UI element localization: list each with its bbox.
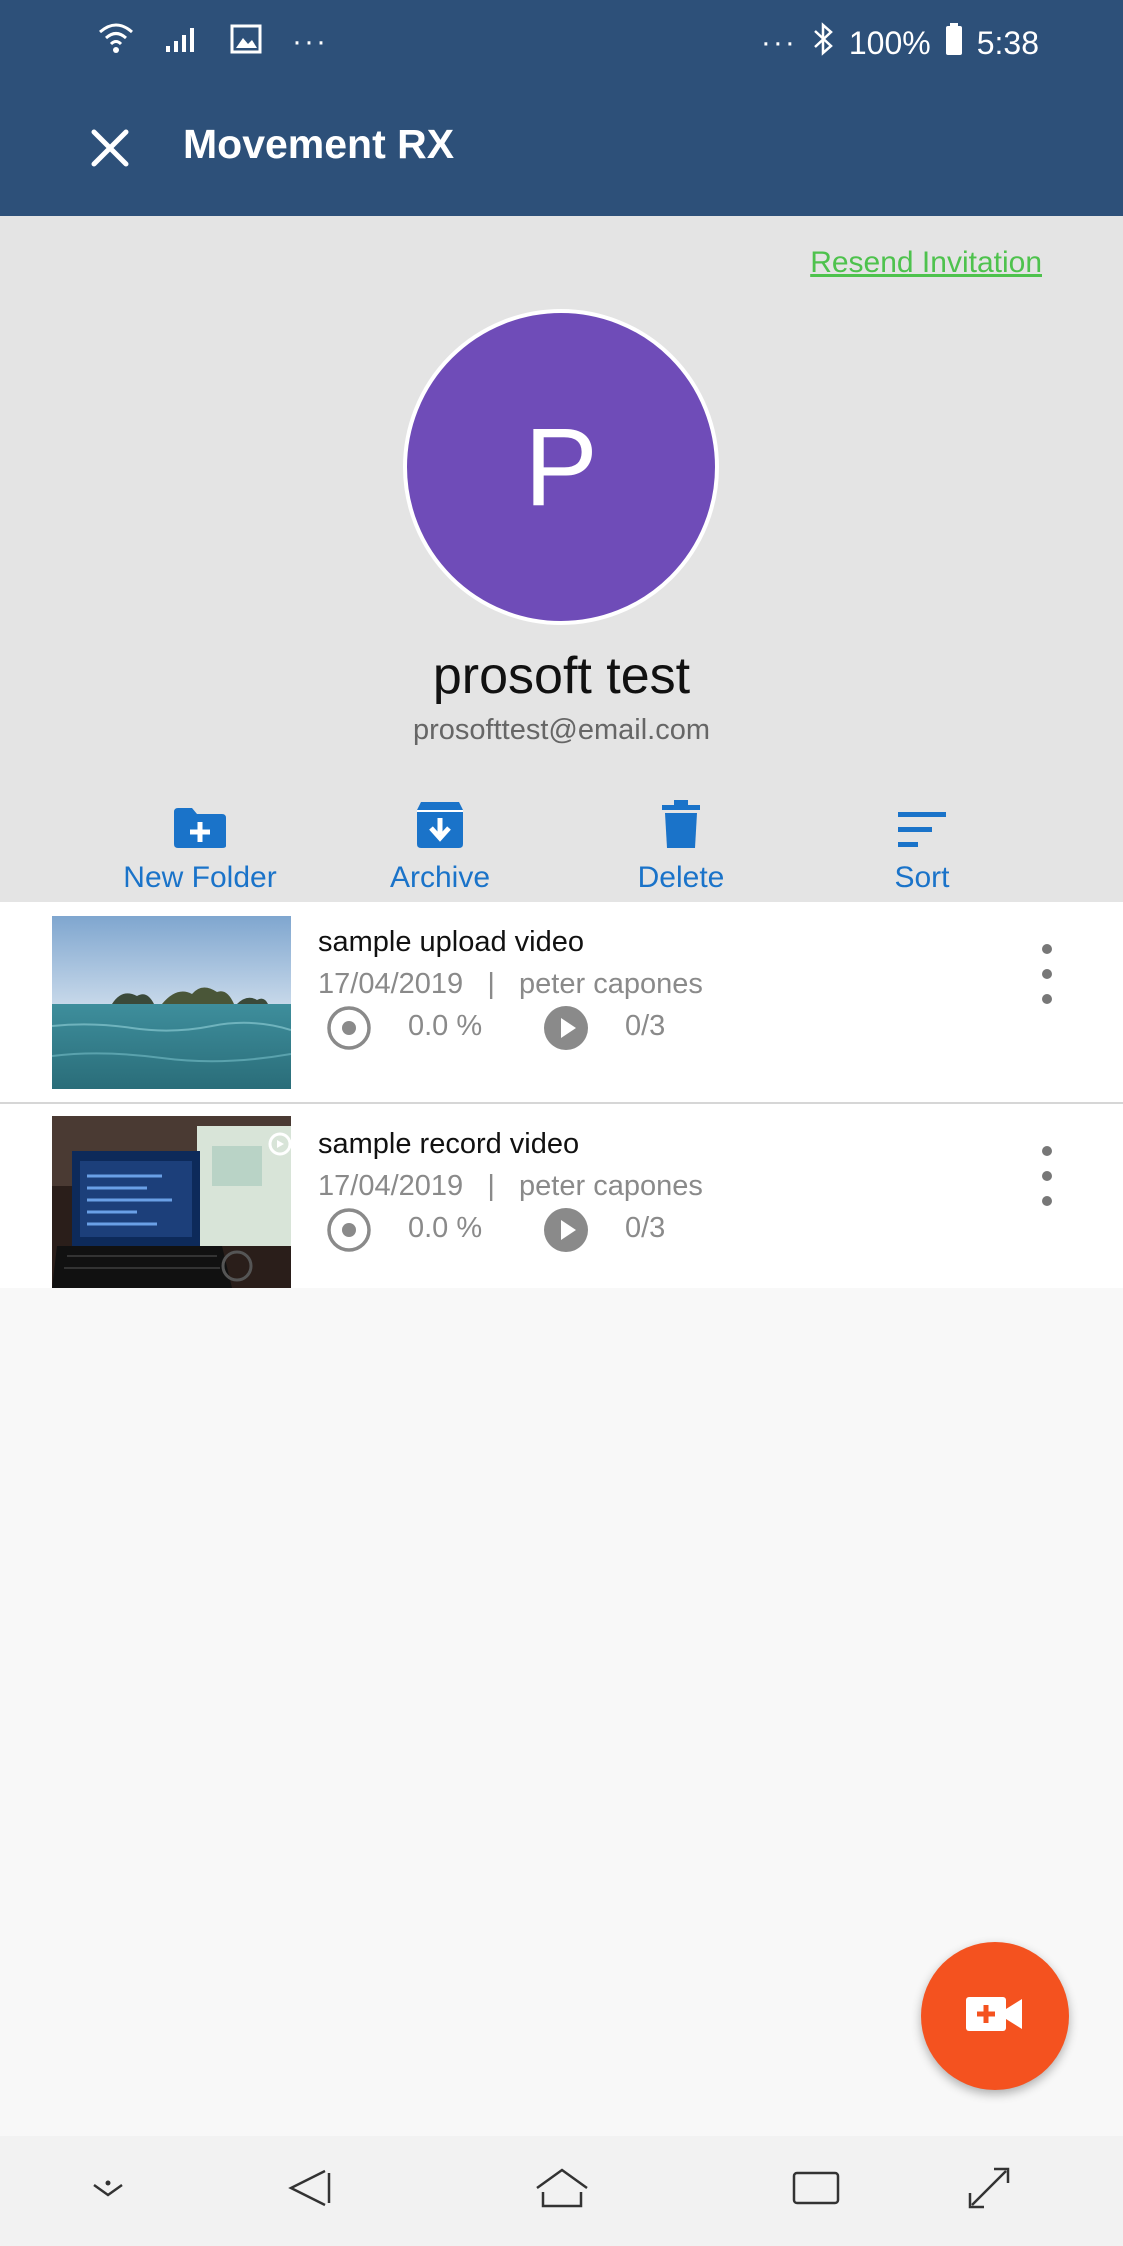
close-button[interactable] xyxy=(80,120,140,180)
meta-separator: | xyxy=(487,968,495,1000)
avatar: P xyxy=(403,309,719,625)
back-button[interactable] xyxy=(278,2158,342,2222)
archive-icon xyxy=(415,800,465,855)
status-left: ··· xyxy=(98,22,328,61)
sort-button[interactable]: Sort xyxy=(812,791,1032,895)
hide-keyboard-icon xyxy=(88,2173,128,2208)
play-count-icon xyxy=(542,1004,590,1052)
new-folder-icon xyxy=(172,806,228,855)
new-folder-button[interactable]: New Folder xyxy=(90,791,310,895)
user-name: prosoft test xyxy=(432,647,691,705)
avatar-letter: P xyxy=(524,405,598,529)
wifi-icon xyxy=(98,22,134,61)
image-icon xyxy=(230,24,262,59)
archive-label: Archive xyxy=(389,861,491,894)
video-title: sample upload video xyxy=(318,926,585,958)
app-bar: Movement RX xyxy=(0,90,1123,216)
system-nav-bar xyxy=(0,2136,1123,2246)
progress-value: 0.0 % xyxy=(408,1212,483,1244)
recents-button[interactable] xyxy=(784,2158,848,2222)
status-right: ··· 100% 5:38 xyxy=(761,22,1039,64)
video-row[interactable]: sample record video 17/04/2019 | peter c… xyxy=(0,1104,1123,1288)
app-title: Movement RX xyxy=(183,121,455,167)
hide-keyboard-button[interactable] xyxy=(76,2158,140,2222)
expand-button[interactable] xyxy=(957,2158,1021,2222)
bluetooth-icon xyxy=(811,22,835,64)
video-author: peter capones xyxy=(519,1170,703,1202)
recents-icon xyxy=(791,2170,841,2211)
home-icon xyxy=(535,2167,589,2213)
status-more-right: ··· xyxy=(760,26,797,59)
play-count-icon xyxy=(542,1206,590,1254)
play-count-value: 0/3 xyxy=(625,1010,666,1042)
battery-icon xyxy=(945,22,963,64)
video-meta: 17/04/2019 | peter capones xyxy=(318,968,703,1001)
close-icon xyxy=(89,127,131,174)
expand-icon xyxy=(966,2165,1012,2216)
sort-label: Sort xyxy=(894,861,950,894)
back-icon xyxy=(287,2167,333,2214)
status-bar: ··· ··· 100% 5:38 xyxy=(0,0,1123,90)
more-options-icon[interactable] xyxy=(1027,1146,1067,1206)
video-thumbnail xyxy=(52,1116,291,1288)
delete-button[interactable]: Delete xyxy=(571,791,791,895)
video-meta: 17/04/2019 | peter capones xyxy=(318,1170,703,1203)
video-date: 17/04/2019 xyxy=(318,1170,464,1202)
add-video-icon xyxy=(966,1995,1024,2038)
more-options-icon[interactable] xyxy=(1027,944,1067,1004)
meta-separator: | xyxy=(487,1170,495,1202)
profile-header: Resend Invitation P prosoft test prosoft… xyxy=(0,216,1123,902)
video-title: sample record video xyxy=(318,1128,580,1160)
resend-invitation-link[interactable]: Resend Invitation xyxy=(810,246,1042,280)
video-author: peter capones xyxy=(519,968,703,1000)
play-count-value: 0/3 xyxy=(625,1212,666,1244)
add-video-button[interactable] xyxy=(921,1942,1069,2090)
signal-icon xyxy=(164,24,200,59)
new-folder-label: New Folder xyxy=(123,861,277,894)
progress-value: 0.0 % xyxy=(408,1010,483,1042)
sort-icon xyxy=(896,810,948,855)
video-date: 17/04/2019 xyxy=(318,968,464,1000)
video-row[interactable]: sample upload video 17/04/2019 | peter c… xyxy=(0,902,1123,1102)
progress-target-icon xyxy=(325,1206,373,1254)
archive-button[interactable]: Archive xyxy=(330,791,550,895)
clock: 5:38 xyxy=(976,24,1039,61)
video-thumbnail xyxy=(52,916,291,1089)
user-email: prosofttest@email.com xyxy=(413,714,710,746)
battery-percent: 100% xyxy=(848,24,931,61)
home-button[interactable] xyxy=(530,2158,594,2222)
delete-icon xyxy=(661,800,701,855)
delete-label: Delete xyxy=(637,861,725,894)
status-more-left: ··· xyxy=(292,24,328,58)
progress-target-icon xyxy=(325,1004,373,1052)
